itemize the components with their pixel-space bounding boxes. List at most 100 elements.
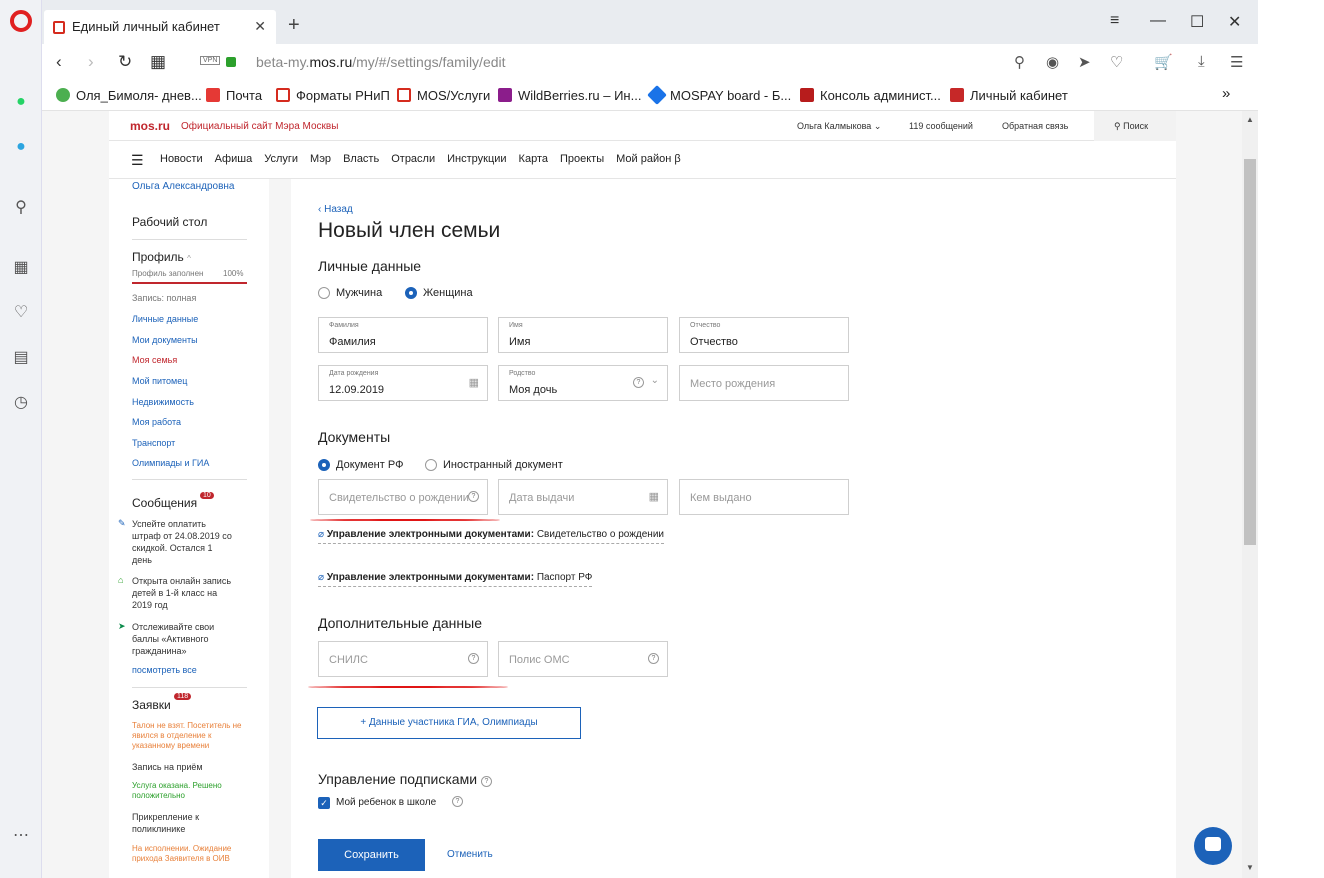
firstname-field[interactable]: Имя Имя: [498, 317, 668, 353]
bookmark-item[interactable]: MOS/Услуги: [397, 88, 490, 103]
user-name[interactable]: Ольга Александровна: [132, 181, 234, 192]
user-menu[interactable]: Ольга Калмыкова ⌄: [797, 121, 881, 132]
bookmark-item[interactable]: Форматы РНиП: [276, 88, 390, 103]
menu-item[interactable]: Новости: [160, 153, 203, 165]
issued-by-field[interactable]: Кем выдано: [679, 479, 849, 515]
bookmark-item[interactable]: Личный кабинет: [950, 88, 1068, 103]
sidebar-link-property[interactable]: Недвижимость: [132, 397, 194, 407]
birthplace-field[interactable]: Место рождения: [679, 365, 849, 401]
site-logo[interactable]: mos.ru: [130, 119, 170, 133]
search-page-icon[interactable]: ⚲: [1014, 53, 1025, 71]
search-button[interactable]: ⚲ Поиск: [1094, 111, 1176, 141]
desktop-link[interactable]: Рабочий стол: [132, 215, 207, 229]
menu-item[interactable]: Услуги: [264, 153, 298, 165]
calendar-icon[interactable]: ▦: [649, 490, 659, 503]
settings-icon[interactable]: ☰: [1230, 53, 1243, 71]
oms-field[interactable]: Полис ОМС?: [498, 641, 668, 677]
camera-icon[interactable]: ◉: [1046, 53, 1059, 71]
school-checkbox[interactable]: ✓: [318, 797, 330, 809]
minimize-icon[interactable]: —: [1150, 12, 1166, 30]
sidebar-link-transport[interactable]: Транспорт: [132, 438, 175, 448]
calendar-icon[interactable]: ▦: [469, 376, 479, 389]
help-icon[interactable]: ?: [452, 796, 463, 807]
help-icon[interactable]: ?: [480, 776, 492, 787]
request-item[interactable]: Прикрепление к поликлинике: [132, 811, 232, 835]
sidebar-link-olympiads[interactable]: Олимпиады и ГИА: [132, 458, 209, 468]
menu-item[interactable]: Инструкции: [447, 153, 506, 165]
scrollbar[interactable]: ▲ ▼: [1242, 111, 1258, 878]
patronymic-field[interactable]: Отчество Отчество: [679, 317, 849, 353]
issue-date-field[interactable]: Дата выдачи ▦: [498, 479, 668, 515]
gender-male-radio[interactable]: [318, 287, 330, 299]
sidebar-link-work[interactable]: Моя работа: [132, 417, 181, 427]
maximize-icon[interactable]: ☐: [1190, 12, 1204, 32]
help-icon[interactable]: ?: [648, 653, 659, 664]
hamburger-icon[interactable]: ☰: [131, 152, 144, 169]
message-item[interactable]: Открыта онлайн запись детей в 1-й класс …: [132, 575, 232, 611]
feedback-link[interactable]: Обратная связь: [1002, 121, 1068, 131]
sidebar-link-documents[interactable]: Мои документы: [132, 335, 198, 345]
edoc-link[interactable]: ⌀ Управление электронными документами: П…: [318, 572, 593, 587]
bookmark-item[interactable]: Оля_Бимоля- днев...: [56, 88, 202, 103]
see-all-link[interactable]: посмотреть все: [132, 665, 197, 675]
chat-button[interactable]: [1194, 827, 1232, 865]
menu-item[interactable]: Мой район β: [616, 153, 681, 165]
menu-item[interactable]: Проекты: [560, 153, 604, 165]
doc-rf-radio[interactable]: [318, 459, 330, 471]
certificate-field[interactable]: Свидетельство о рождении?: [318, 479, 488, 515]
send-icon[interactable]: ➤: [1078, 53, 1091, 71]
back-icon[interactable]: ‹: [56, 52, 62, 72]
bookmark-item[interactable]: Почта: [206, 88, 262, 103]
reload-icon[interactable]: ↻: [118, 52, 132, 72]
help-icon[interactable]: ?: [633, 377, 644, 388]
save-button[interactable]: Сохранить: [318, 839, 425, 871]
forward-icon[interactable]: ›: [88, 52, 94, 72]
more-icon[interactable]: ⋯: [11, 826, 31, 846]
back-link[interactable]: ‹ Назад: [318, 204, 353, 215]
more-bookmarks-icon[interactable]: »: [1222, 85, 1230, 102]
requests-title[interactable]: Заявки: [132, 698, 171, 712]
scroll-up-icon[interactable]: ▲: [1246, 115, 1254, 124]
profile-title[interactable]: Профиль ^: [132, 250, 191, 264]
browser-tab[interactable]: Единый личный кабинет ✕: [44, 10, 276, 44]
menu-item[interactable]: Мэр: [310, 153, 331, 165]
help-icon[interactable]: ?: [468, 491, 479, 502]
message-item[interactable]: Отслеживайте свои баллы «Активного гражд…: [132, 621, 232, 657]
scrollbar-thumb[interactable]: [1244, 159, 1256, 545]
scroll-down-icon[interactable]: ▼: [1246, 863, 1254, 872]
search-icon[interactable]: ⚲: [11, 198, 31, 218]
cart-icon[interactable]: 🛒: [1154, 53, 1173, 71]
kinship-select[interactable]: Родство Моя дочь? ⌄: [498, 365, 668, 401]
sidebar-link-pet[interactable]: Мой питомец: [132, 376, 187, 386]
download-icon[interactable]: ⤓: [1198, 53, 1205, 70]
menu-item[interactable]: Власть: [343, 153, 379, 165]
telegram-icon[interactable]: ●: [11, 137, 31, 157]
bookmark-item[interactable]: MOSPAY board - Б...: [647, 85, 791, 105]
doc-foreign-radio[interactable]: [425, 459, 437, 471]
cancel-button[interactable]: Отменить: [447, 849, 493, 860]
gender-female-radio[interactable]: [405, 287, 417, 299]
messages-link[interactable]: 119 сообщений: [909, 121, 973, 131]
gia-data-button[interactable]: + Данные участника ГИА, Олимпиады: [317, 707, 581, 739]
history-icon[interactable]: ◷: [11, 393, 31, 413]
help-icon[interactable]: ?: [468, 653, 479, 664]
sidebar-link-personal[interactable]: Личные данные: [132, 314, 198, 324]
tab-menu-icon[interactable]: ≡: [1110, 12, 1119, 30]
request-item[interactable]: Запись на приём: [132, 761, 232, 773]
menu-item[interactable]: Отрасли: [391, 153, 435, 165]
bookmark-item[interactable]: WildBerries.ru – Ин...: [498, 88, 641, 103]
message-item[interactable]: Успейте оплатить штраф от 24.08.2019 со …: [132, 518, 232, 566]
heart-icon[interactable]: ♡: [11, 303, 31, 323]
whatsapp-icon[interactable]: ●: [11, 92, 31, 112]
news-icon[interactable]: ▤: [11, 348, 31, 368]
sidebar-link-family[interactable]: Моя семья: [132, 355, 177, 365]
tabs-grid-icon[interactable]: ▦: [150, 52, 166, 72]
url-field[interactable]: beta-my.mos.ru/my/#/settings/family/edit: [256, 54, 506, 70]
lastname-field[interactable]: Фамилия Фамилия: [318, 317, 488, 353]
close-tab-icon[interactable]: ✕: [254, 18, 266, 35]
heart-bookmark-icon[interactable]: ♡: [1110, 53, 1123, 71]
menu-item[interactable]: Афиша: [215, 153, 253, 165]
new-tab-button[interactable]: +: [288, 14, 300, 37]
speed-dial-icon[interactable]: ▦: [11, 258, 31, 278]
vpn-badge[interactable]: VPN: [200, 56, 221, 65]
